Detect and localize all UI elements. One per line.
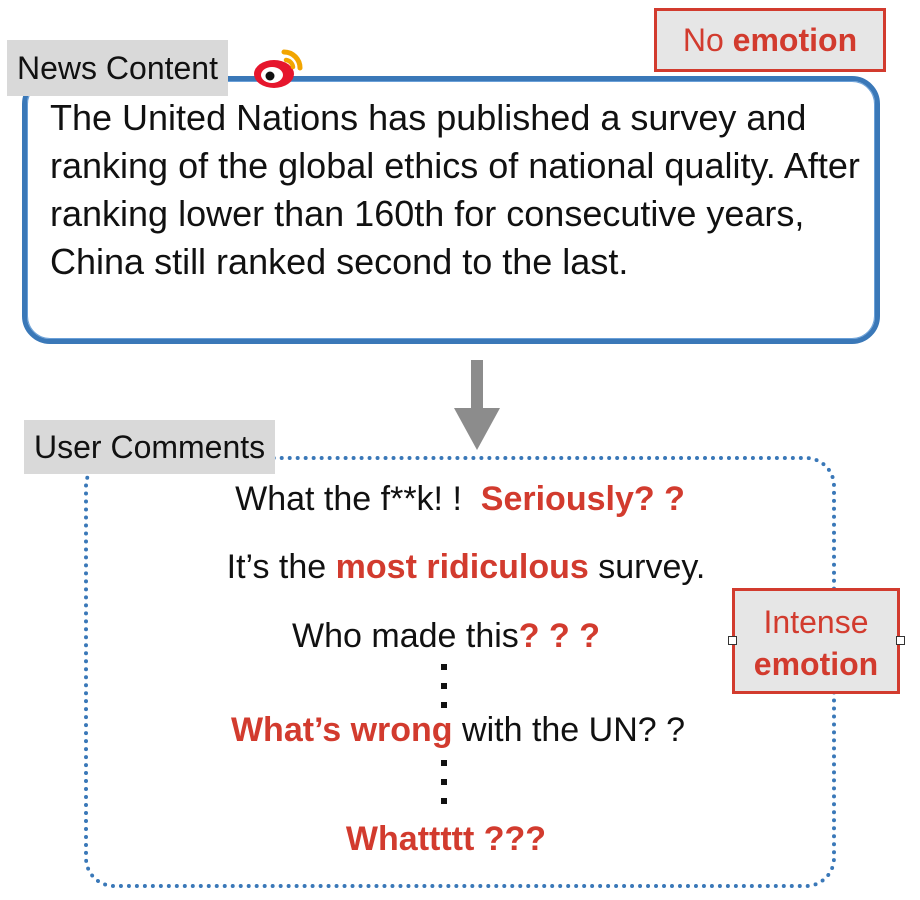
comment-4-emphasis: What’s wrong [230, 711, 453, 749]
down-arrow-icon [454, 360, 500, 450]
comment-3-emphasis: ? ? ? [518, 617, 600, 655]
comment-5-emphasis: Whattttt ??? [345, 820, 547, 858]
comment-2-pre: It’s the [226, 548, 327, 586]
comment-4: What’s wrong with the UN? ? [0, 711, 918, 750]
intense-emotion-line2: emotion [753, 646, 879, 682]
comment-2-emphasis: most ridiculous [335, 548, 589, 586]
comment-3-text: Who made this [292, 617, 519, 655]
comment-2-post: survey. [598, 548, 706, 586]
comment-1-text: What the f**k! ! [235, 480, 462, 518]
selection-handle-left[interactable] [728, 636, 737, 645]
user-comments-tag: User Comments [24, 420, 276, 474]
intense-emotion-line1: Intense [763, 604, 869, 640]
comment-4-text: with the UN? ? [462, 711, 686, 749]
comment-2: It’s the most ridiculous survey. [6, 548, 920, 587]
weibo-logo-icon [254, 49, 303, 88]
news-content-tag: News Content [7, 40, 228, 96]
selection-handle-right[interactable] [896, 636, 905, 645]
comment-1: What the f**k! ! Seriously? ? [0, 480, 920, 519]
comment-5: Whattttt ??? [0, 820, 906, 859]
news-text: The United Nations has published a surve… [50, 97, 860, 282]
ellipsis-dots-2 [441, 760, 451, 817]
no-emotion-prefix: No [682, 22, 724, 58]
no-emotion-label: No emotion [654, 8, 886, 72]
no-emotion-bold: emotion [732, 22, 858, 58]
comment-1-emphasis: Seriously? ? [480, 480, 685, 518]
intense-emotion-label: Intense emotion [732, 588, 900, 694]
